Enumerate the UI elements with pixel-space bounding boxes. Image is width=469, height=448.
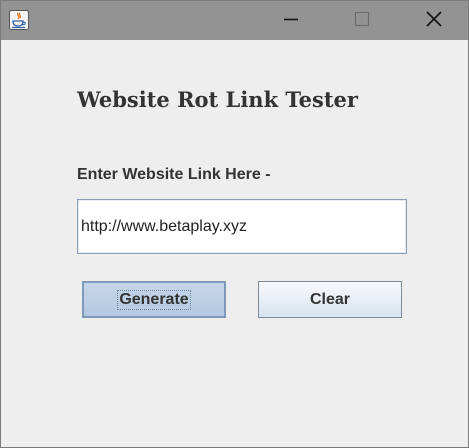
minimize-button[interactable] — [268, 1, 314, 40]
java-cup-icon[interactable] — [9, 10, 29, 30]
clear-button[interactable]: Clear — [258, 281, 402, 318]
page-title: Website Rot Link Tester — [77, 87, 358, 112]
generate-button-label: Generate — [117, 289, 191, 310]
app-window: Website Rot Link Tester Enter Website Li… — [0, 0, 469, 448]
clear-button-label: Clear — [309, 290, 351, 308]
minimize-icon — [281, 9, 301, 33]
close-button[interactable] — [411, 1, 457, 40]
url-label: Enter Website Link Here - — [77, 166, 271, 183]
maximize-button[interactable] — [339, 1, 385, 40]
url-input[interactable] — [77, 199, 407, 254]
title-bar[interactable] — [1, 1, 468, 40]
generate-button[interactable]: Generate — [82, 281, 226, 318]
maximize-icon — [352, 9, 372, 33]
close-icon — [424, 9, 444, 33]
